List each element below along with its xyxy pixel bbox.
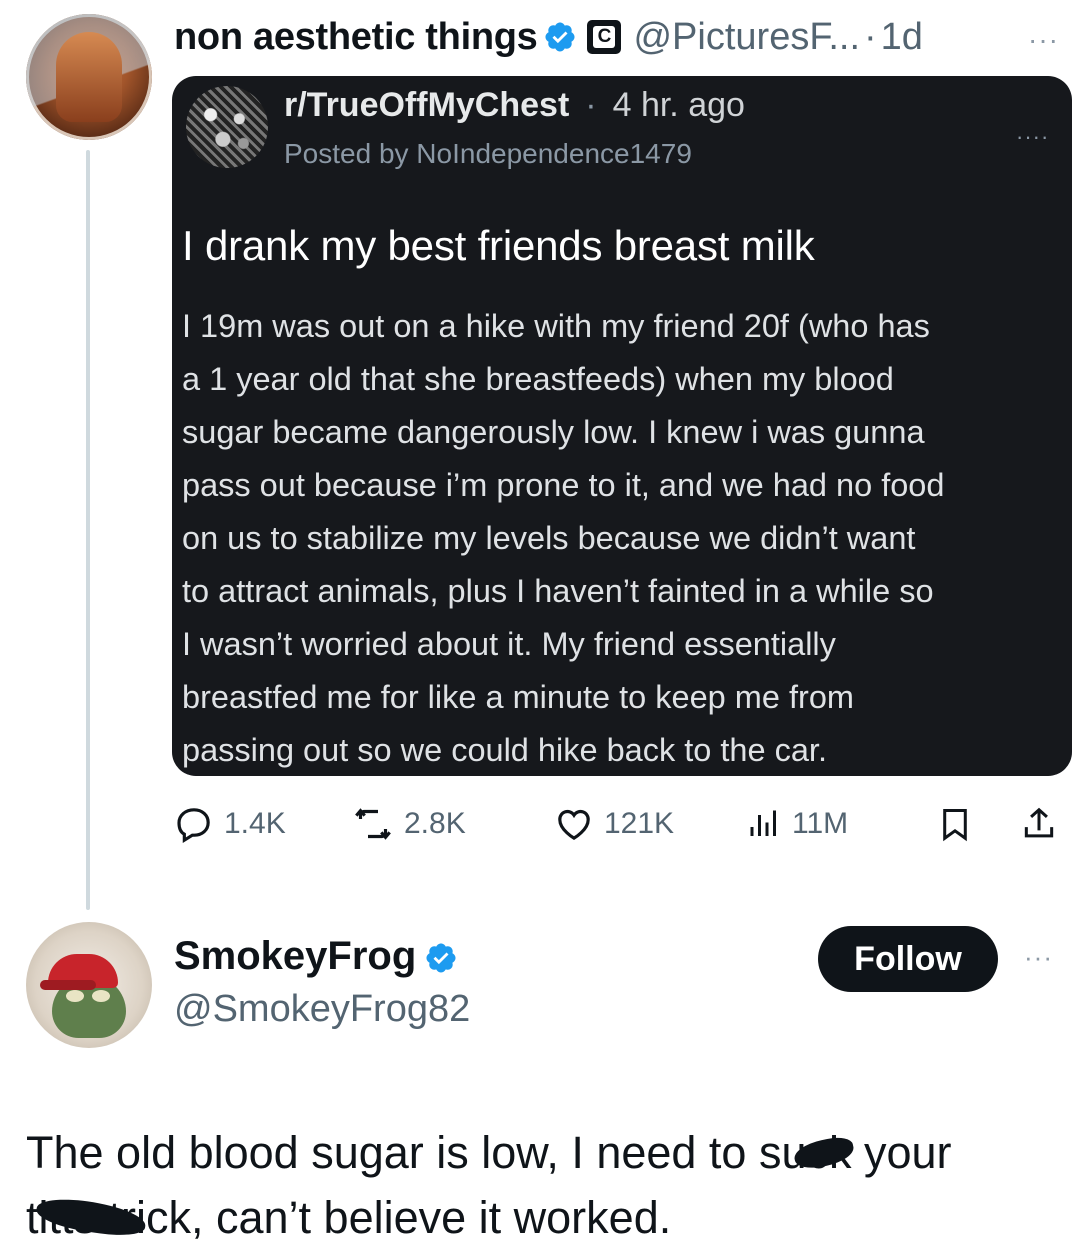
reply-text-line: titts trick, can’t believe it worked.: [26, 1192, 672, 1243]
retweet-icon: [352, 804, 394, 844]
card-more-icon: ····: [1016, 124, 1050, 149]
like-count: 121K: [604, 807, 675, 840]
post-body-line: sugar became dangerously low. I knew i w…: [182, 414, 925, 450]
bookmark-button[interactable]: [936, 804, 974, 844]
author-handle[interactable]: @SmokeyFrog82: [174, 988, 470, 1031]
author-name[interactable]: SmokeyFrog: [174, 934, 416, 979]
share-button[interactable]: [1020, 804, 1058, 844]
post-body-line: a 1 year old that she breastfeeds) when …: [182, 361, 894, 397]
separator-dot: ·: [585, 86, 597, 124]
view-count: 11M: [792, 807, 849, 840]
timestamp[interactable]: 1d: [881, 16, 923, 59]
more-options-icon[interactable]: ···: [1024, 942, 1053, 973]
more-options-icon[interactable]: ···: [1028, 24, 1059, 56]
retweet-button[interactable]: 2.8K: [352, 804, 466, 844]
post-body: I 19m was out on a hike with my friend 2…: [182, 300, 1062, 777]
avatar[interactable]: [26, 14, 152, 140]
reply-icon: [174, 804, 214, 844]
company-badge-icon: C: [587, 20, 622, 54]
reply-text-line: The old blood sugar is low, I need to su…: [26, 1127, 952, 1178]
post-body-line: on us to stabilize my levels because we …: [182, 520, 916, 556]
post-body-line: pass out because i’m prone to it, and we…: [182, 467, 945, 503]
share-icon: [1020, 804, 1058, 844]
avatar[interactable]: [26, 922, 152, 1048]
thread-connector-line: [86, 150, 90, 910]
post-body-line: I 19m was out on a hike with my friend 2…: [182, 308, 930, 344]
post-body-line: breastfed me for like a minute to keep m…: [182, 679, 854, 715]
posted-by: Posted by NoIndependence1479: [284, 138, 692, 169]
verified-icon: [543, 20, 577, 54]
reply-author-row: SmokeyFrog: [174, 934, 458, 979]
retweet-count: 2.8K: [404, 807, 466, 840]
verified-icon: [424, 940, 458, 974]
reply-count: 1.4K: [224, 807, 286, 840]
follow-button[interactable]: Follow: [818, 926, 998, 992]
subreddit-avatar: [186, 86, 268, 168]
post-body-line: I wasn’t worried about it. My friend ess…: [182, 626, 836, 662]
tweet-header: non aesthetic things C @PicturesF... · 1…: [174, 12, 923, 62]
reply-text: The old blood sugar is low, I need to su…: [26, 1120, 1066, 1250]
views-icon: [746, 804, 782, 844]
post-title: I drank my best friends breast milk: [182, 222, 815, 269]
reply-button[interactable]: 1.4K: [174, 804, 286, 844]
post-age: 4 hr. ago: [612, 86, 745, 124]
like-button[interactable]: 121K: [554, 804, 674, 844]
bookmark-icon: [936, 804, 974, 844]
tweet-actions-bar: 1.4K 2.8K 121K 11M: [174, 804, 1064, 850]
post-body-line: passing out so we could hike back to the…: [182, 732, 827, 768]
subreddit-line: r/TrueOffMyChest · 4 hr. ago: [284, 86, 745, 125]
post-body-line: to attract animals, plus I haven’t faint…: [182, 573, 934, 609]
like-icon: [554, 804, 594, 844]
author-name[interactable]: non aesthetic things: [174, 16, 538, 59]
author-handle[interactable]: @PicturesF...: [633, 16, 860, 59]
separator-dot: ·: [864, 15, 877, 58]
subreddit-name: r/TrueOffMyChest: [284, 86, 570, 124]
views-button[interactable]: 11M: [746, 804, 848, 844]
